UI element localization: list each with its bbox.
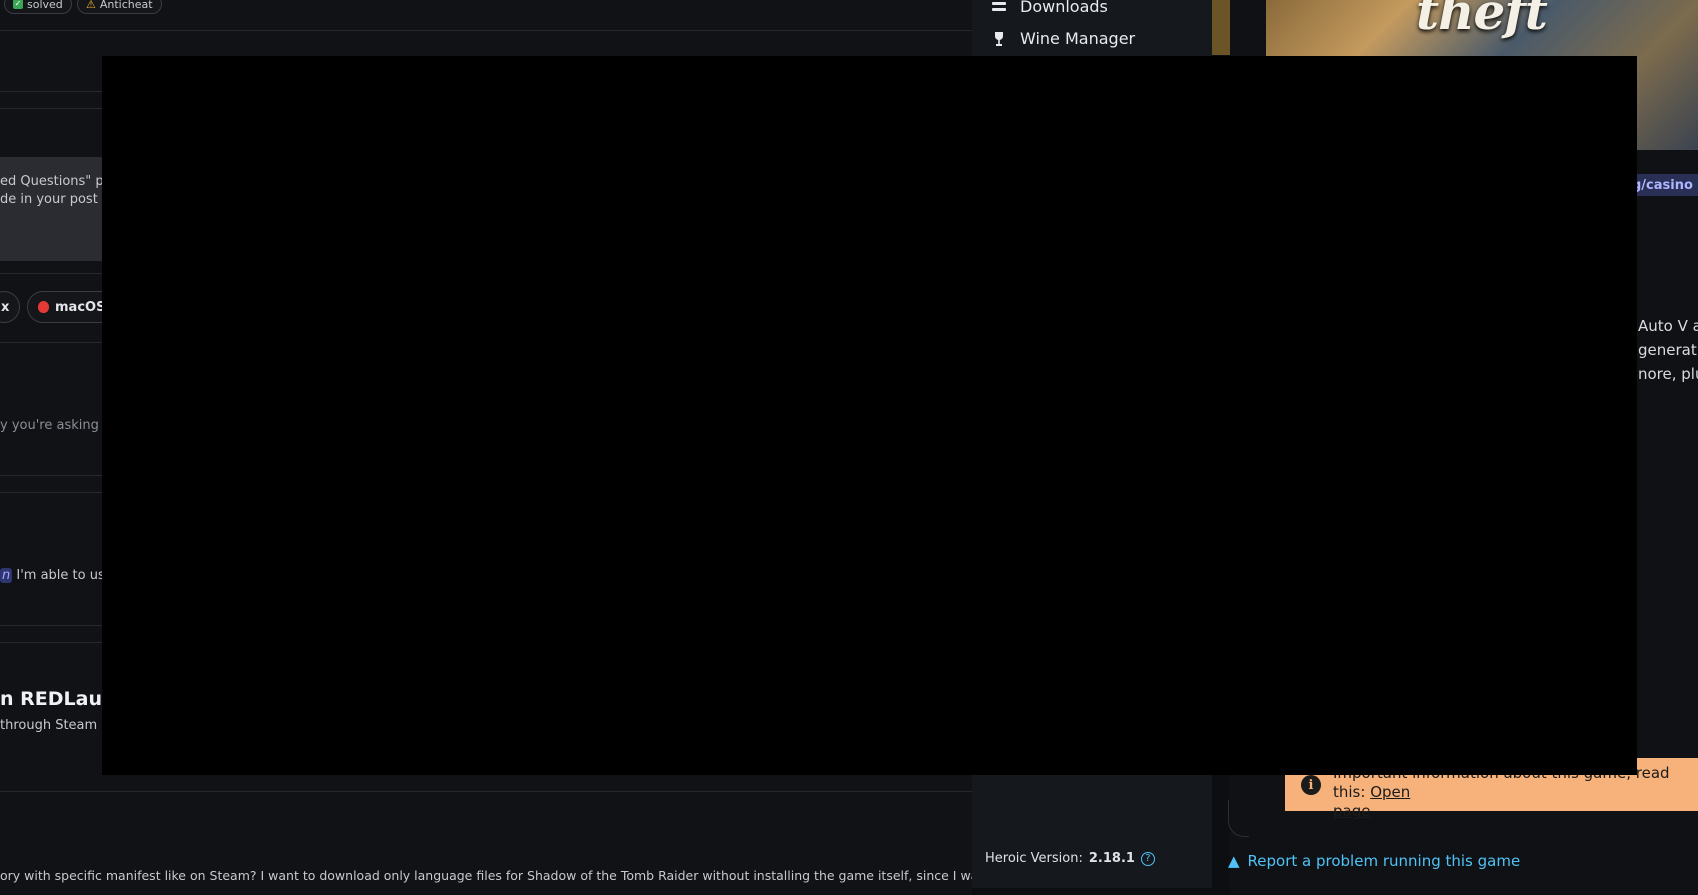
guidelines-text-2: de in your post so bbox=[0, 192, 117, 207]
warning-icon: ⚠ bbox=[86, 0, 96, 11]
open-page-link[interactable]: Open bbox=[1370, 783, 1410, 801]
info-icon: i bbox=[1301, 775, 1321, 795]
guidelines-box bbox=[0, 157, 110, 261]
description-line-3: nore, plus bbox=[1638, 365, 1698, 383]
screen: ✓ solved ⚠ Anticheat ed Questions" po de… bbox=[0, 0, 1698, 895]
tag-anticheat[interactable]: ⚠ Anticheat bbox=[77, 0, 162, 14]
description-line-1: Auto V an bbox=[1638, 317, 1698, 335]
help-icon[interactable]: ? bbox=[1140, 851, 1155, 866]
post-preview: n I'm able to use bbox=[0, 568, 113, 583]
os-tag-linux[interactable]: x bbox=[0, 291, 21, 323]
sidebar-item-downloads[interactable]: Downloads bbox=[992, 0, 1108, 16]
heroic-version: Heroic Version: 2.18.1 ? bbox=[985, 851, 1155, 866]
blackout-overlay bbox=[102, 56, 1637, 775]
wine-glass-icon bbox=[992, 31, 1006, 46]
description-line-2: generatio bbox=[1638, 341, 1698, 359]
tag-solved[interactable]: ✓ solved bbox=[4, 0, 72, 14]
guidelines-text-1: ed Questions" po bbox=[0, 174, 112, 189]
warning-icon: ▲ bbox=[1228, 852, 1240, 870]
sidebar-item-wine-manager[interactable]: Wine Manager bbox=[992, 29, 1135, 48]
divider bbox=[0, 791, 972, 792]
report-problem-link[interactable]: ▲ Report a problem running this game bbox=[1228, 852, 1520, 870]
sidebar-edge bbox=[1212, 0, 1230, 55]
check-icon: ✓ bbox=[13, 0, 23, 9]
apple-icon bbox=[38, 301, 49, 313]
cover-logo-text: theft bbox=[1416, 0, 1548, 41]
thread-snippet: through Steam s bbox=[0, 718, 109, 733]
hint-text: y you're asking fo bbox=[0, 418, 116, 433]
user-mention[interactable]: n bbox=[0, 568, 13, 583]
divider bbox=[0, 30, 972, 31]
downloads-icon bbox=[992, 0, 1006, 14]
bottom-post-text: ory with specific manifest like on Steam… bbox=[0, 868, 1032, 883]
panel-corner bbox=[1228, 800, 1249, 837]
open-page-link-cont[interactable]: page bbox=[1333, 802, 1370, 820]
